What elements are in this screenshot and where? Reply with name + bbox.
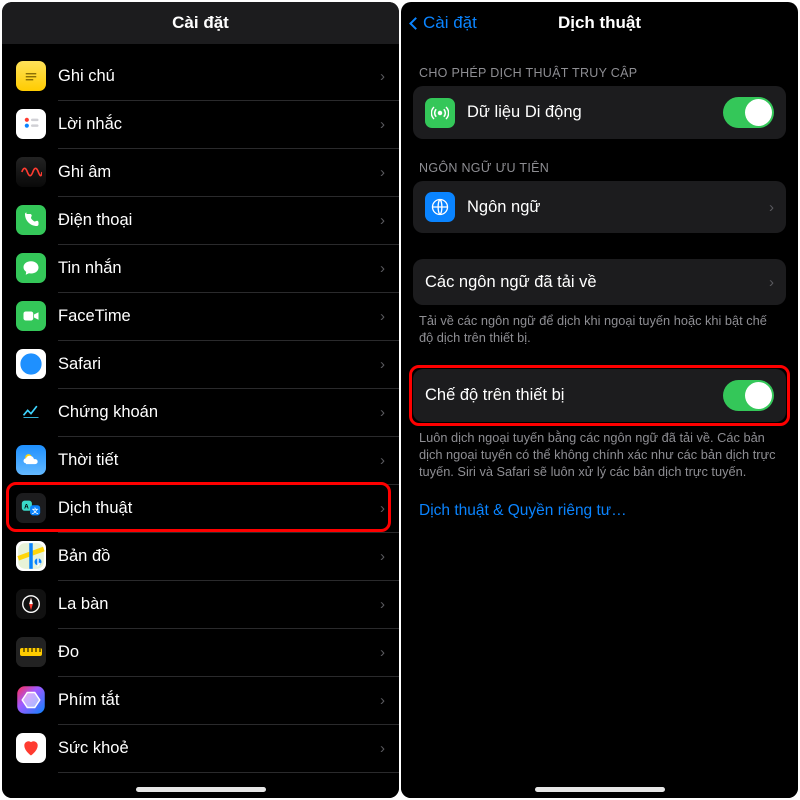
voicememo-icon <box>16 157 46 187</box>
content: CHO PHÉP DỊCH THUẬT TRUY CẬP Dữ liệu Di … <box>401 44 798 798</box>
page-title: Cài đặt <box>2 13 399 33</box>
navbar: Cài đặt <box>2 2 399 44</box>
settings-row-label: Dịch thuật <box>58 499 380 518</box>
chevron-right-icon: › <box>380 164 385 181</box>
back-label: Cài đặt <box>423 13 477 33</box>
settings-row-translate[interactable]: A文 Dịch thuật› <box>2 484 399 532</box>
chevron-right-icon: › <box>380 452 385 469</box>
messages-icon <box>16 253 46 283</box>
home-indicator[interactable] <box>136 787 266 792</box>
chevron-right-icon: › <box>380 740 385 757</box>
privacy-link[interactable]: Dịch thuật & Quyền riêng tư… <box>419 502 780 520</box>
settings-row-reminders[interactable]: Lời nhắc› <box>2 100 399 148</box>
settings-row-label: Thời tiết <box>58 451 380 470</box>
chevron-right-icon: › <box>380 404 385 421</box>
stocks-icon <box>16 397 46 427</box>
settings-row-label: Phím tắt <box>58 691 380 710</box>
phone-icon <box>16 205 46 235</box>
cellular-data-label: Dữ liệu Di động <box>467 103 723 122</box>
chevron-left-icon <box>409 17 422 30</box>
settings-row-label: Sức khoẻ <box>58 739 380 758</box>
settings-row-maps[interactable]: Bản đồ› <box>2 532 399 580</box>
antenna-icon <box>425 98 455 128</box>
languages-card: Ngôn ngữ › <box>413 181 786 233</box>
settings-row-messages[interactable]: Tin nhắn› <box>2 244 399 292</box>
languages-label: Ngôn ngữ <box>467 198 769 217</box>
settings-row-facetime[interactable]: FaceTime› <box>2 292 399 340</box>
on-device-mode-card: Chế độ trên thiết bị <box>413 369 786 422</box>
chevron-right-icon: › <box>380 308 385 325</box>
chevron-right-icon: › <box>769 199 774 216</box>
notes-icon <box>16 61 46 91</box>
settings-row-label: FaceTime <box>58 307 380 326</box>
weather-icon <box>16 445 46 475</box>
chevron-right-icon: › <box>769 274 774 291</box>
settings-row-voicememo[interactable]: Ghi âm› <box>2 148 399 196</box>
chevron-right-icon: › <box>380 500 385 517</box>
reminders-icon <box>16 109 46 139</box>
safari-icon <box>16 349 46 379</box>
chevron-right-icon: › <box>380 692 385 709</box>
section-header-preferred-lang: NGÔN NGỮ ƯU TIÊN <box>419 161 782 175</box>
chevron-right-icon: › <box>380 68 385 85</box>
chevron-right-icon: › <box>380 212 385 229</box>
settings-row-label: Tin nhắn <box>58 259 380 278</box>
downloaded-languages-label: Các ngôn ngữ đã tải về <box>425 273 769 292</box>
cellular-data-toggle[interactable] <box>723 97 774 128</box>
on-device-mode-toggle[interactable] <box>723 380 774 411</box>
downloaded-languages-footer: Tải về các ngôn ngữ để dịch khi ngoại tu… <box>419 312 780 347</box>
settings-list[interactable]: Ghi chú›Lời nhắc›Ghi âm›Điện thoại›Tin n… <box>2 44 399 798</box>
section-header-access: CHO PHÉP DỊCH THUẬT TRUY CẬP <box>419 66 782 80</box>
compass-icon <box>16 589 46 619</box>
chevron-right-icon: › <box>380 116 385 133</box>
settings-row-shortcuts[interactable]: Phím tắt› <box>2 676 399 724</box>
chevron-right-icon: › <box>380 356 385 373</box>
settings-row-notes[interactable]: Ghi chú› <box>2 52 399 100</box>
downloaded-languages-card: Các ngôn ngữ đã tải về › <box>413 259 786 305</box>
settings-row-label: Chứng khoán <box>58 403 380 422</box>
settings-row-health[interactable]: Sức khoẻ› <box>2 724 399 772</box>
facetime-icon <box>16 301 46 331</box>
svg-text:文: 文 <box>32 506 39 515</box>
settings-row-label: Bản đồ <box>58 547 380 566</box>
globe-icon <box>425 192 455 222</box>
settings-row-label: Ghi âm <box>58 163 380 182</box>
measure-icon <box>16 637 46 667</box>
on-device-mode-row[interactable]: Chế độ trên thiết bị <box>413 369 786 422</box>
languages-row[interactable]: Ngôn ngữ › <box>413 181 786 233</box>
back-button[interactable]: Cài đặt <box>407 2 477 44</box>
settings-row-label: Đo <box>58 643 380 662</box>
settings-screen: Cài đặt Ghi chú›Lời nhắc›Ghi âm›Điện tho… <box>2 2 399 798</box>
svg-text:A: A <box>24 503 29 510</box>
home-indicator[interactable] <box>535 787 665 792</box>
cellular-data-row[interactable]: Dữ liệu Di động <box>413 86 786 139</box>
downloaded-languages-row[interactable]: Các ngôn ngữ đã tải về › <box>413 259 786 305</box>
settings-row-label: Lời nhắc <box>58 115 380 134</box>
health-icon <box>16 733 46 763</box>
cellular-data-card: Dữ liệu Di động <box>413 86 786 139</box>
maps-icon <box>16 541 46 571</box>
translate-settings-screen: Cài đặt Dịch thuật CHO PHÉP DỊCH THUẬT T… <box>401 2 798 798</box>
settings-row-weather[interactable]: Thời tiết› <box>2 436 399 484</box>
settings-row-label: La bàn <box>58 595 380 614</box>
on-device-mode-label: Chế độ trên thiết bị <box>425 386 723 405</box>
translate-icon: A文 <box>16 493 46 523</box>
settings-row-label: Ghi chú <box>58 67 380 86</box>
chevron-right-icon: › <box>380 596 385 613</box>
navbar: Cài đặt Dịch thuật <box>401 2 798 44</box>
chevron-right-icon: › <box>380 644 385 661</box>
settings-row-compass[interactable]: La bàn› <box>2 580 399 628</box>
settings-row-measure[interactable]: Đo› <box>2 628 399 676</box>
settings-row-safari[interactable]: Safari› <box>2 340 399 388</box>
settings-row-label: Điện thoại <box>58 211 380 230</box>
settings-row-stocks[interactable]: Chứng khoán› <box>2 388 399 436</box>
on-device-mode-footer: Luôn dịch ngoại tuyến bằng các ngôn ngữ … <box>419 429 780 481</box>
chevron-right-icon: › <box>380 548 385 565</box>
settings-row-phone[interactable]: Điện thoại› <box>2 196 399 244</box>
shortcuts-icon <box>16 685 46 715</box>
chevron-right-icon: › <box>380 260 385 277</box>
settings-row-label: Safari <box>58 355 380 374</box>
